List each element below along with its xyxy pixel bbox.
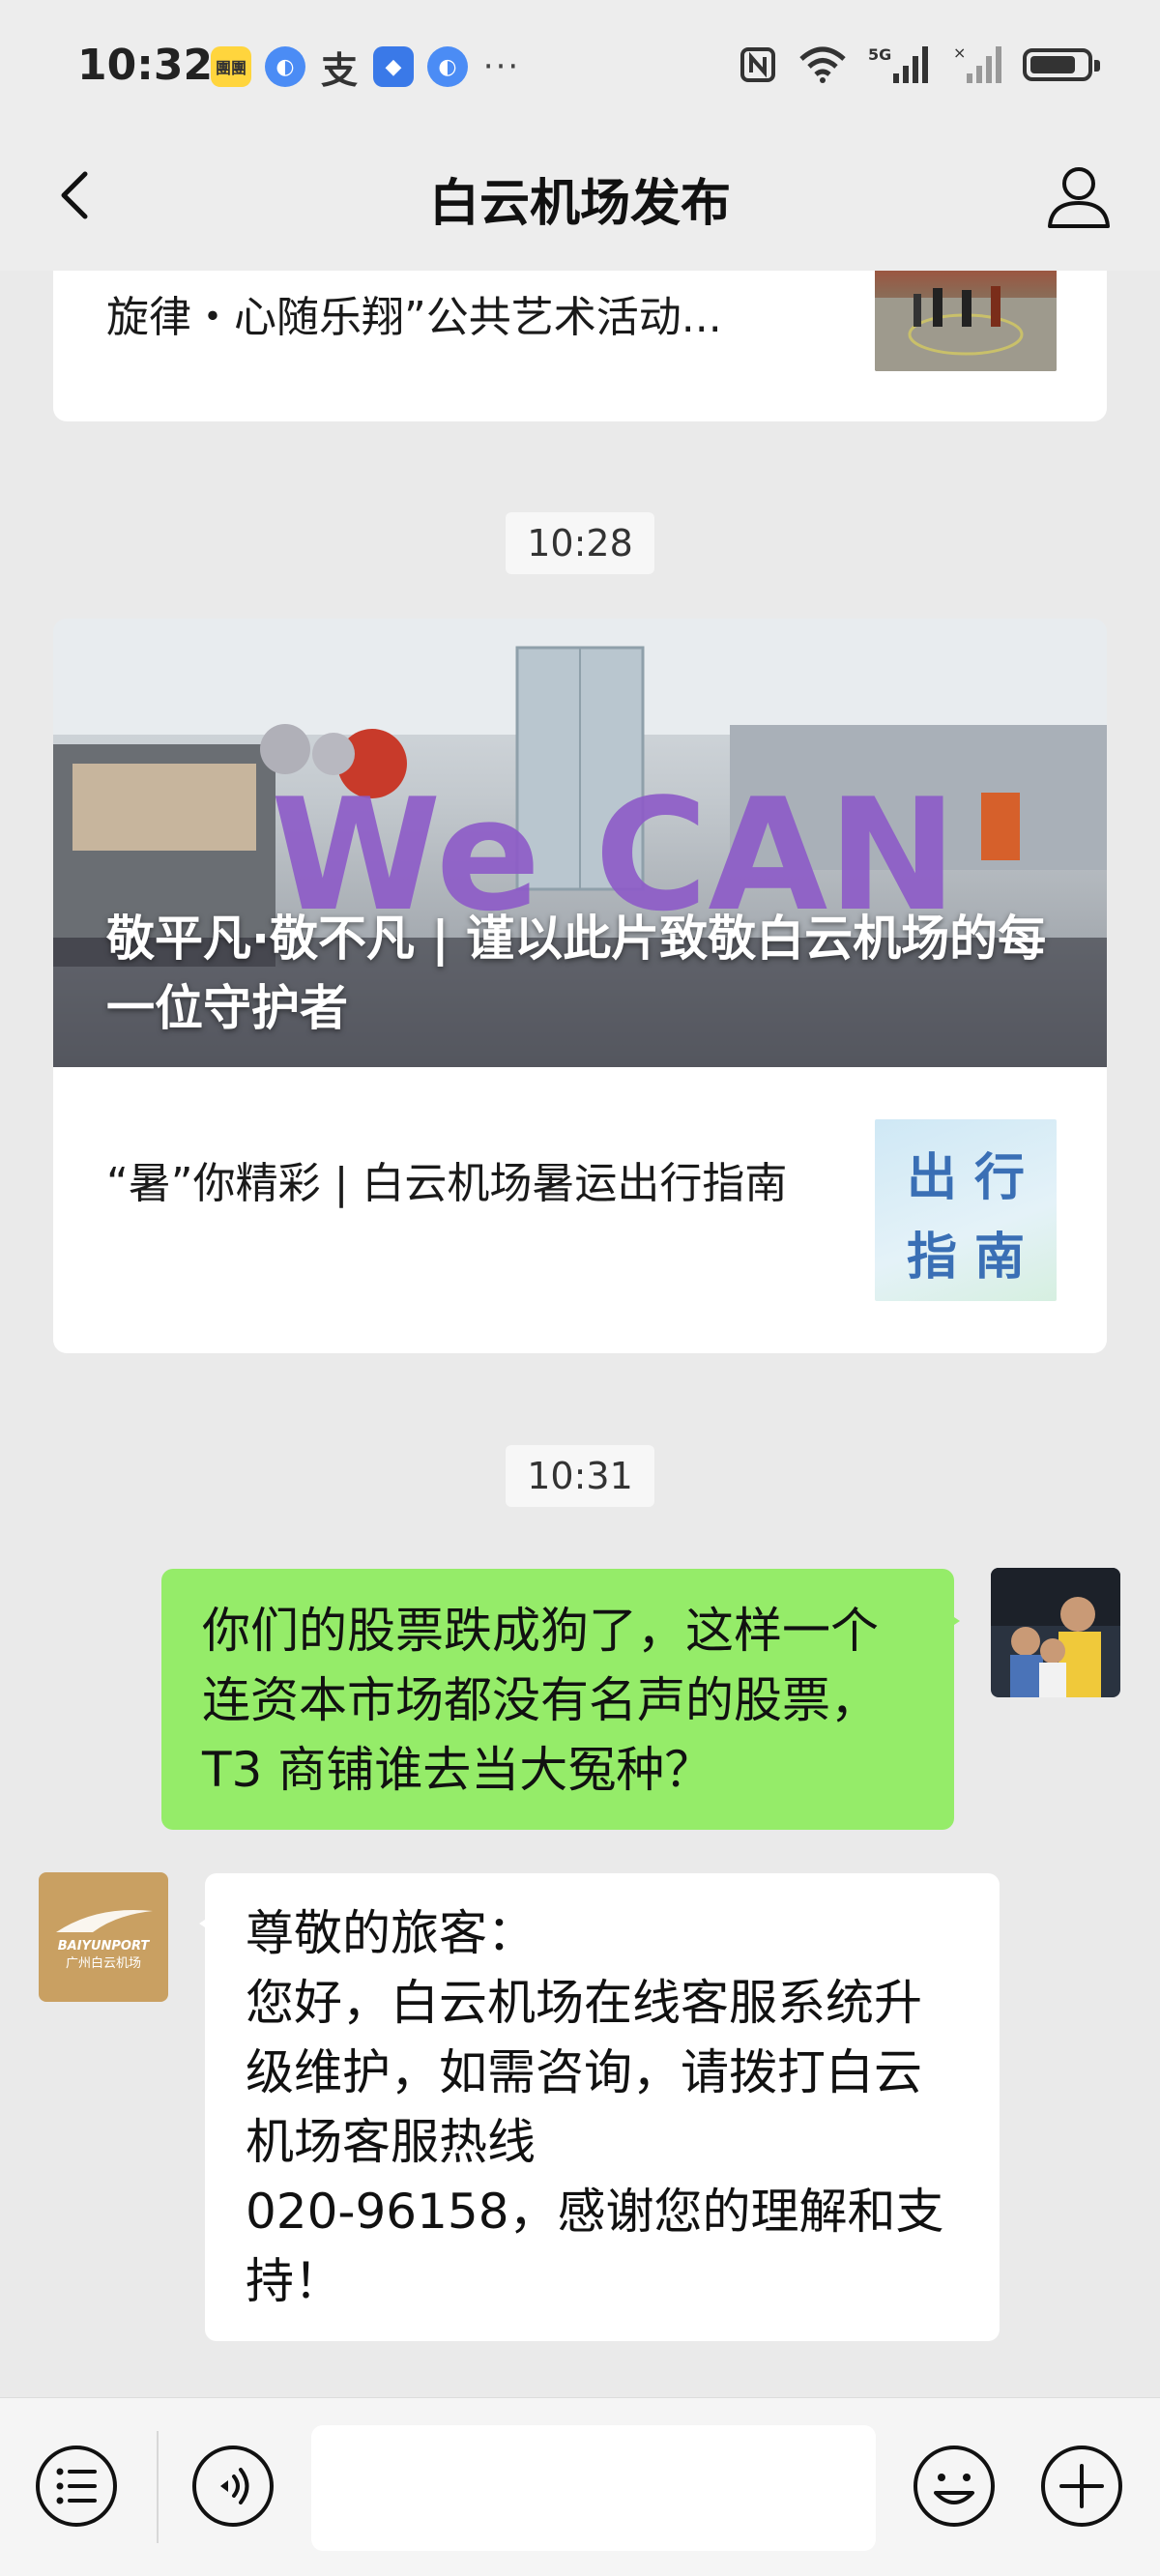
battery-icon bbox=[1023, 48, 1100, 81]
divider bbox=[157, 2431, 159, 2543]
browser-icon: ◐ bbox=[265, 46, 305, 87]
battery-level bbox=[1030, 56, 1075, 73]
article-thumbnail[interactable] bbox=[875, 271, 1057, 371]
message-input[interactable] bbox=[311, 2425, 876, 2551]
hero-title[interactable]: 敬平凡·敬不凡 | 谨以此片致敬白云机场的每一位守护者 bbox=[106, 904, 1073, 1043]
thumb-text: 出 行 bbox=[906, 1149, 1026, 1207]
timestamp-text: 10:28 bbox=[506, 512, 654, 574]
input-bar bbox=[0, 2397, 1160, 2576]
user-photo bbox=[991, 1568, 1120, 1697]
wifi-icon bbox=[799, 46, 846, 83]
alipay-icon: 支 bbox=[320, 48, 358, 92]
bot-avatar[interactable]: BAIYUNPORT 广州白云机场 bbox=[39, 1872, 168, 2002]
add-button[interactable] bbox=[1038, 2443, 1125, 2530]
nav-bar: 白云机场发布 bbox=[0, 135, 1160, 271]
security-icon: ◆ bbox=[373, 46, 414, 87]
article-card-2[interactable]: We CAN 敬平凡·敬不凡 | 谨以此片致敬白云机场的每一位守护者 “暑”你精… bbox=[53, 619, 1107, 1353]
page-title: 白云机场发布 bbox=[428, 175, 731, 233]
voice-button[interactable] bbox=[189, 2443, 276, 2530]
timestamp: 10:28 bbox=[0, 512, 1160, 574]
signal-5g-icon: 5G bbox=[868, 45, 928, 83]
article-title[interactable]: “暑”你精彩 | 白云机场暑运出行指南 bbox=[106, 1152, 880, 1216]
timestamp: 10:31 bbox=[0, 1445, 1160, 1507]
logo-text: 广州白云机场 bbox=[66, 1955, 141, 1971]
outgoing-message[interactable]: 你们的股票跌成狗了，这样一个连资本市场都没有名声的股票，T3 商铺谁去当大冤种？ bbox=[161, 1569, 960, 1830]
more-icon: ··· bbox=[482, 47, 521, 86]
status-bar: 10:32 團團 ◐ 支 ◆ ◐ ··· 5G × bbox=[0, 0, 1160, 135]
network-label: 5G bbox=[868, 45, 891, 64]
article-title[interactable]: 旋律・心随乐翔”公共艺术活动... bbox=[106, 286, 880, 350]
article-card-1[interactable]: 旋律・心随乐翔”公共艺术活动... bbox=[53, 271, 1107, 421]
menu-button[interactable] bbox=[33, 2443, 120, 2530]
hero-image[interactable]: We CAN 敬平凡·敬不凡 | 谨以此片致敬白云机场的每一位守护者 bbox=[53, 619, 1107, 1067]
user-avatar[interactable] bbox=[991, 1568, 1120, 1697]
article-thumbnail[interactable]: 出 行 指 南 bbox=[875, 1119, 1057, 1301]
profile-button[interactable] bbox=[1044, 160, 1114, 230]
thumb-text: 指 南 bbox=[906, 1229, 1026, 1287]
svg-text:×: × bbox=[953, 44, 966, 62]
timestamp-text: 10:31 bbox=[506, 1445, 654, 1507]
system-icons: 5G × bbox=[739, 44, 1100, 85]
baiyun-logo: BAIYUNPORT 广州白云机场 bbox=[39, 1872, 168, 2002]
logo-text: BAIYUNPORT bbox=[58, 1939, 151, 1954]
nfc-icon bbox=[740, 47, 775, 82]
notification-icons: 團團 ◐ 支 ◆ ◐ ··· bbox=[211, 46, 522, 92]
emoji-button[interactable] bbox=[911, 2443, 998, 2530]
performance-image bbox=[875, 286, 1057, 371]
browser-icon: ◐ bbox=[427, 46, 468, 87]
signal-none-icon: × bbox=[953, 44, 1001, 83]
status-time: 10:32 bbox=[77, 41, 214, 90]
chat-area[interactable]: 旋律・心随乐翔”公共艺术活动... 10:28 We CAN 敬平凡·敬不凡 |… bbox=[0, 271, 1160, 2397]
incoming-message[interactable]: 尊敬的旅客： 您好，白云机场在线客服系统升级维护，如需咨询，请拨打白云机场客服热… bbox=[199, 1873, 1000, 2341]
app-badge-icon: 團團 bbox=[211, 46, 251, 87]
